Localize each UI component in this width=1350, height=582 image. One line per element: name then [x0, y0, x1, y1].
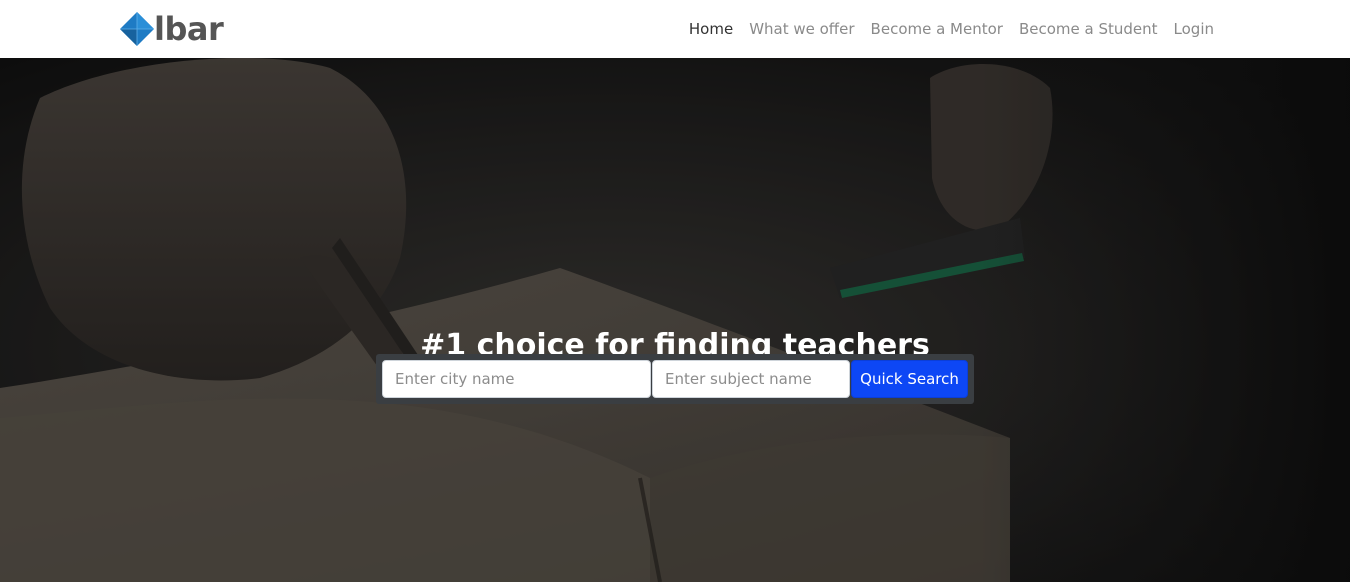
nav-item-login[interactable]: Login — [1166, 20, 1222, 38]
brand-logo-link[interactable]: lbar — [118, 9, 224, 49]
subject-name-input[interactable] — [652, 360, 850, 398]
quick-search-button[interactable]: Quick Search — [851, 360, 968, 398]
nav-item-become-student[interactable]: Become a Student — [1011, 20, 1166, 38]
diamond-logo-icon — [120, 12, 154, 46]
navbar: lbar Home What we offer Become a Mentor … — [0, 0, 1350, 58]
hero-background-image — [0, 58, 1350, 582]
nav-menu: Home What we offer Become a Mentor Becom… — [681, 0, 1222, 58]
nav-item-become-mentor[interactable]: Become a Mentor — [863, 20, 1011, 38]
nav-item-what-we-offer[interactable]: What we offer — [741, 20, 862, 38]
quick-search-form: Quick Search — [376, 354, 974, 404]
brand-name: lbar — [154, 10, 224, 48]
city-name-input[interactable] — [382, 360, 651, 398]
hero-section: #1 choice for finding teachers Quick Sea… — [0, 58, 1350, 582]
nav-item-home[interactable]: Home — [681, 20, 741, 38]
